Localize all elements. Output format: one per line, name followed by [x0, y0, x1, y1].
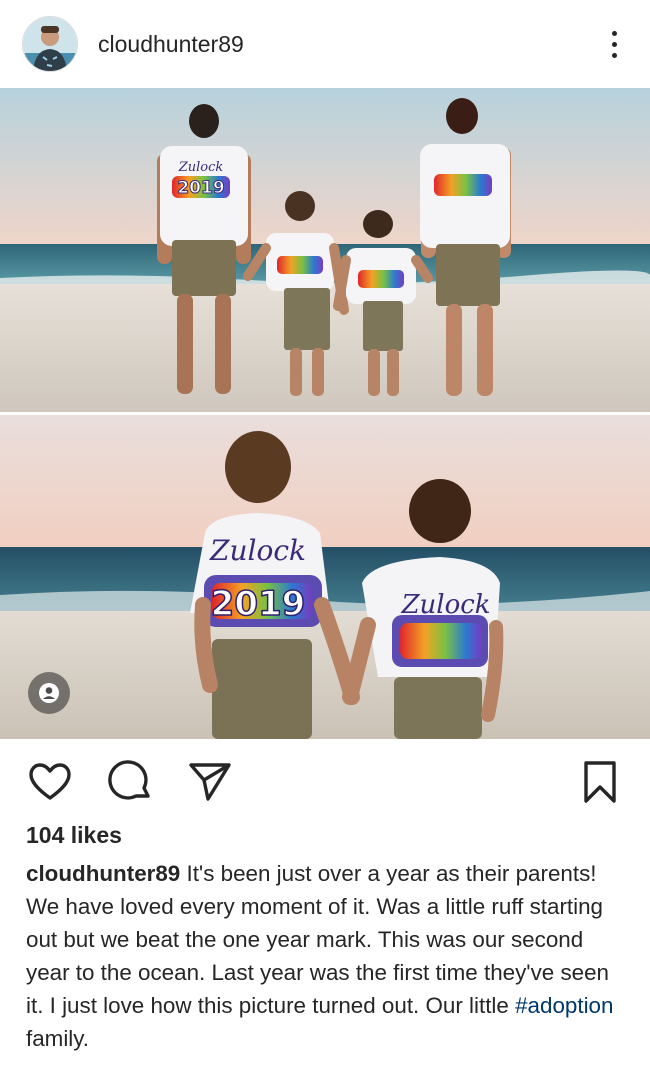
share-button[interactable]: [186, 758, 234, 811]
likes-count[interactable]: 104 likes: [26, 822, 122, 849]
shirt-text: Zulock: [209, 534, 306, 567]
post-caption: cloudhunter89 It's been just over a year…: [26, 857, 631, 1055]
action-bar: [0, 750, 650, 812]
heart-icon: [29, 763, 71, 800]
more-options-icon[interactable]: [600, 22, 628, 66]
user-tag-icon: [39, 683, 59, 703]
comment-button[interactable]: [106, 758, 154, 811]
save-button[interactable]: [576, 758, 624, 811]
dot: [611, 41, 617, 47]
shirt-year: 2019: [211, 584, 306, 624]
svg-text:Zulock: Zulock: [400, 590, 490, 620]
bookmark-icon: [584, 761, 616, 803]
send-icon: [189, 763, 231, 801]
post-photo-2[interactable]: Zulock 2019 Zulock: [0, 415, 650, 739]
dot: [611, 52, 617, 58]
post-photo-1[interactable]: Zulock 2019: [0, 88, 650, 412]
caption-text-end: family.: [26, 1026, 90, 1051]
comment-icon: [108, 760, 150, 800]
hashtag-link[interactable]: #adoption: [515, 993, 613, 1018]
tagged-users-button[interactable]: [28, 672, 70, 714]
post-header: cloudhunter89: [0, 0, 650, 88]
caption-username[interactable]: cloudhunter89: [26, 861, 180, 886]
shirt-text: Zulock: [178, 160, 224, 175]
avatar[interactable]: [22, 16, 78, 72]
post-username[interactable]: cloudhunter89: [98, 31, 600, 58]
dot: [611, 30, 617, 36]
like-button[interactable]: [26, 758, 74, 811]
shirt-year: 2019: [177, 178, 224, 198]
